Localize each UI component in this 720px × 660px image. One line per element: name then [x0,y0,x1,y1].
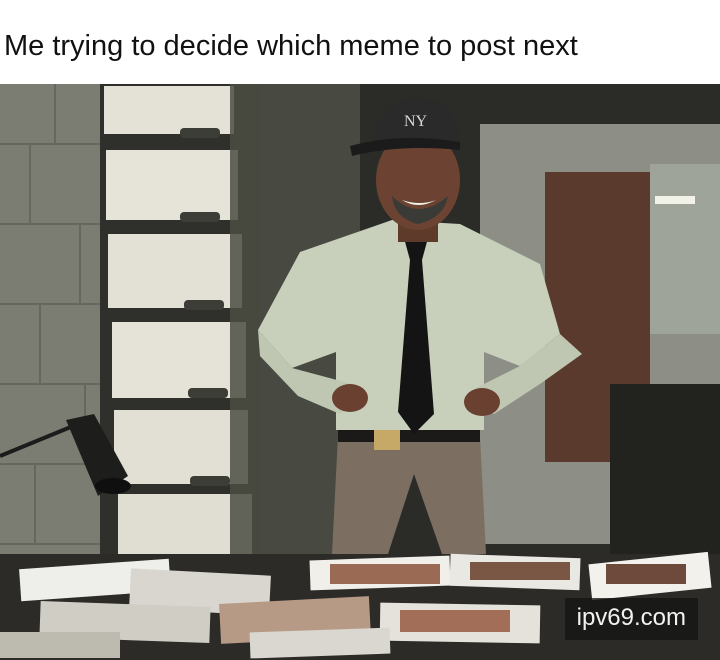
photo-illustration: NY [0,84,720,660]
office-chair [610,384,720,554]
window [650,164,720,334]
watermark: ipv69.com [564,598,698,640]
meme-caption: Me trying to decide which meme to post n… [4,30,578,62]
ceiling-light [655,196,695,204]
meme-photo: NY ipv69.com [0,84,720,660]
caption-band: Me trying to decide which meme to post n… [0,0,720,84]
cap-logo-icon: NY [404,113,428,130]
left-hand [332,384,368,412]
right-hand [464,388,500,416]
badge [374,430,400,450]
